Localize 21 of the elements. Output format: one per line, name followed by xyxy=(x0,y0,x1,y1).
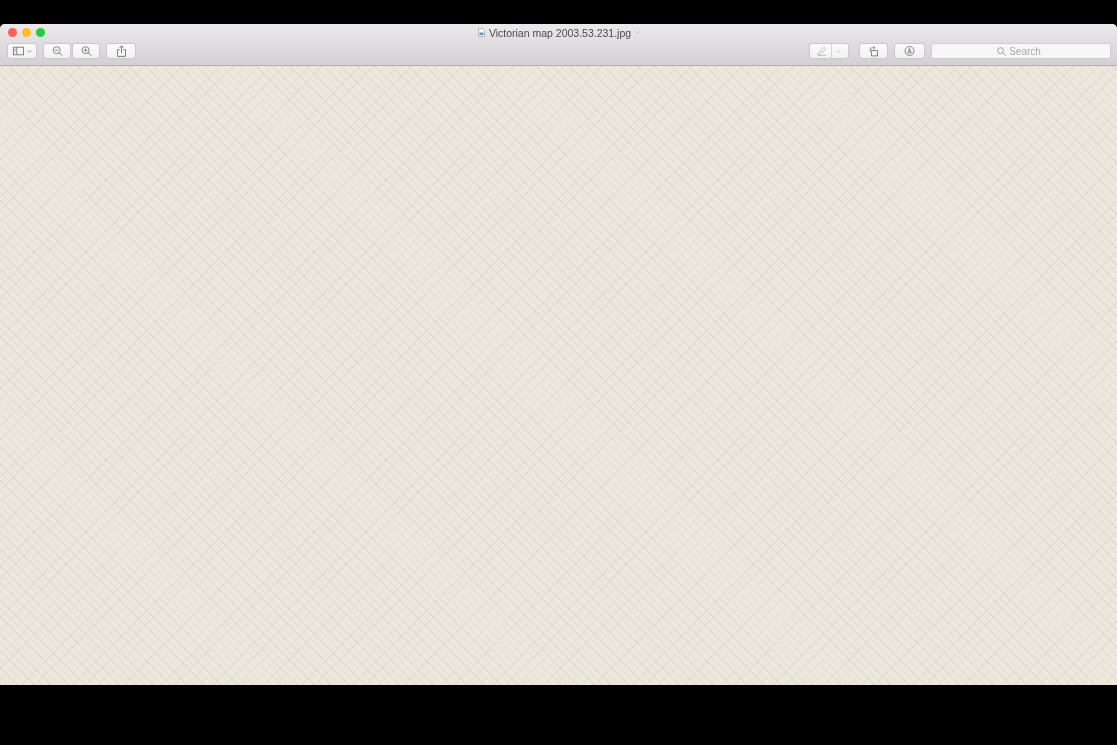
zoom-out-button[interactable] xyxy=(43,43,71,59)
minimize-icon[interactable] xyxy=(22,28,31,37)
close-icon[interactable] xyxy=(8,28,17,37)
sidebar-icon xyxy=(12,46,24,56)
rotate-button[interactable] xyxy=(859,43,888,59)
zoom-window-icon[interactable] xyxy=(36,28,45,37)
window-title: Victorian map 2003.53.231.jpg xyxy=(488,26,632,39)
zoom-out-icon xyxy=(51,46,63,56)
share-button[interactable] xyxy=(106,43,136,59)
share-icon xyxy=(116,45,126,57)
rotate-icon xyxy=(869,45,878,57)
caret-icon xyxy=(26,49,32,53)
zoom-in-button[interactable] xyxy=(72,43,100,59)
pen-icon xyxy=(817,46,827,56)
annotate-button[interactable] xyxy=(894,43,925,59)
sidebar-button[interactable] xyxy=(7,43,37,59)
search-icon xyxy=(997,46,1006,56)
pen-tip-circle-icon xyxy=(904,46,915,56)
image-file-icon xyxy=(477,28,485,37)
zoom-in-icon xyxy=(80,46,92,56)
search-field[interactable]: Search xyxy=(931,43,1111,59)
